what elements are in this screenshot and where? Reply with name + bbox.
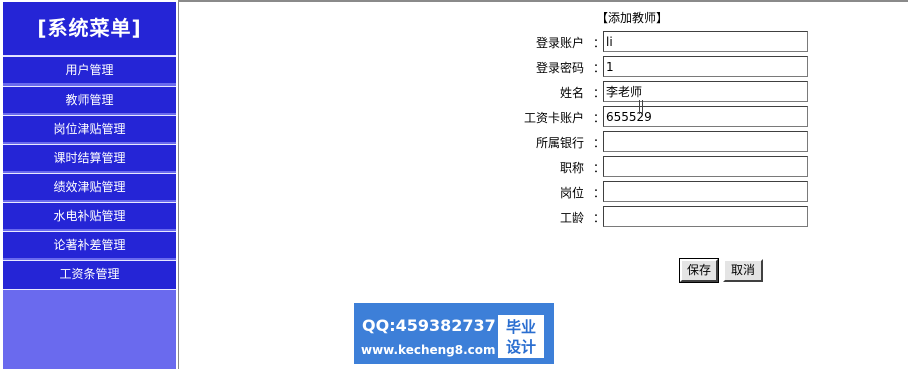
- seniority-label: 工龄: [559, 211, 584, 225]
- sidebar-title: [系统菜单]: [3, 2, 176, 56]
- title-rank-input[interactable]: [603, 156, 808, 177]
- seniority-input[interactable]: [603, 206, 808, 227]
- salary-card-label: 工资卡账户: [523, 111, 584, 125]
- watermark-url: www.kecheng8.com: [361, 343, 496, 357]
- sidebar-item-payslip[interactable]: 工资条管理: [3, 260, 176, 290]
- watermark-badge: 毕业 设计: [498, 315, 544, 358]
- sidebar-item-performance-allowance[interactable]: 绩效津贴管理: [3, 173, 176, 200]
- sidebar-item-class-hours[interactable]: 课时结算管理: [3, 144, 176, 171]
- watermark-badge-line2: 设计: [505, 338, 536, 356]
- name-label: 姓名: [559, 86, 584, 100]
- save-button[interactable]: 保存: [679, 258, 719, 283]
- sidebar-item-post-allowance[interactable]: 岗位津贴管理: [3, 115, 176, 142]
- bank-label: 所属银行: [535, 136, 584, 150]
- cancel-button[interactable]: 取消: [723, 259, 763, 282]
- sidebar-item-user-management[interactable]: 用户管理: [3, 56, 176, 83]
- post-label: 岗位: [559, 186, 584, 200]
- name-input[interactable]: [603, 81, 808, 102]
- login-account-label: 登录账户: [535, 36, 584, 50]
- watermark-qq: QQ:459382737: [362, 316, 496, 335]
- title-rank-label: 职称: [559, 161, 584, 175]
- login-password-input[interactable]: [603, 56, 808, 77]
- text-cursor-icon: [639, 100, 643, 114]
- login-password-label: 登录密码: [535, 61, 584, 75]
- salary-card-input[interactable]: [603, 106, 808, 127]
- sidebar-panel: [系统菜单] 用户管理 教师管理 岗位津贴管理 课时结算管理 绩效津贴管理 水电…: [3, 2, 176, 369]
- sidebar: [系统菜单] 用户管理 教师管理 岗位津贴管理 课时结算管理 绩效津贴管理 水电…: [0, 0, 179, 369]
- post-input[interactable]: [603, 181, 808, 202]
- sidebar-item-teacher-management[interactable]: 教师管理: [3, 86, 176, 113]
- watermark-banner: QQ:459382737 www.kecheng8.com 毕业 设计: [354, 303, 554, 364]
- sidebar-item-publication-subsidy[interactable]: 论著补差管理: [3, 231, 176, 258]
- form-title: 【添加教师】: [596, 11, 669, 25]
- sidebar-item-utility-subsidy[interactable]: 水电补贴管理: [3, 202, 176, 229]
- login-account-input[interactable]: [603, 31, 808, 52]
- bank-input[interactable]: [603, 131, 808, 152]
- watermark-badge-line1: 毕业: [505, 318, 536, 336]
